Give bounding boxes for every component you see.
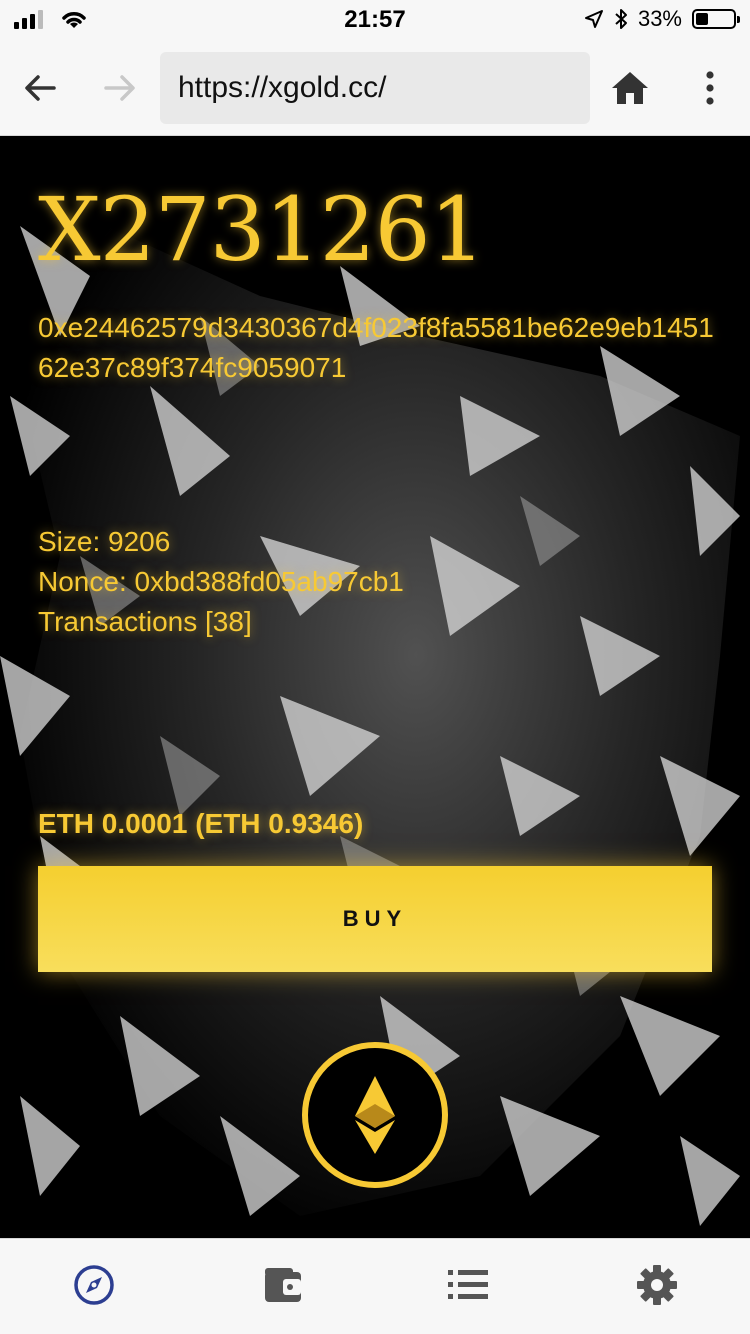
battery-percent: 33%	[637, 6, 682, 31]
tab-settings[interactable]	[633, 1261, 681, 1309]
status-bar: 21:57 33%	[0, 0, 750, 40]
home-icon	[612, 72, 648, 104]
browser-toolbar: https://xgold.cc/	[0, 40, 750, 136]
url-text: https://xgold.cc/	[178, 71, 387, 104]
price-label: ETH 0.0001 (ETH 0.9346)	[38, 808, 364, 839]
ethereum-icon	[355, 1076, 395, 1154]
block-hash: 0xe24462579d3430367d4f023f8fa5581be62e9e…	[38, 312, 714, 383]
home-button[interactable]	[606, 64, 654, 112]
list-icon	[448, 1270, 488, 1299]
status-right: 33%	[584, 6, 740, 32]
url-field[interactable]: https://xgold.cc/	[160, 52, 590, 124]
wallet-icon	[265, 1268, 301, 1302]
arrow-left-icon	[25, 75, 56, 101]
bluetooth-icon	[615, 9, 627, 29]
bottom-tab-bar	[0, 1238, 750, 1334]
buy-button[interactable]: BUY	[38, 866, 712, 972]
block-title: X2731261	[38, 178, 486, 281]
gear-icon	[637, 1265, 677, 1305]
compass-icon	[74, 1265, 114, 1305]
block-size: Size: 9206	[38, 526, 171, 557]
block-nonce: Nonce: 0xbd388fd05ab97cb1	[38, 566, 404, 597]
block-view: X2731261 0xe24462579d3430367d4f023f8fa55…	[0, 136, 750, 1238]
more-vertical-icon	[706, 71, 714, 105]
tab-list[interactable]	[444, 1261, 492, 1309]
forward-button[interactable]	[96, 64, 144, 112]
block-transactions[interactable]: Transactions [38]	[38, 602, 404, 642]
menu-button[interactable]	[686, 64, 734, 112]
block-meta: Size: 9206 Nonce: 0xbd388fd05ab97cb1 Tra…	[38, 522, 404, 642]
tab-explore[interactable]	[70, 1261, 118, 1309]
location-arrow-icon	[584, 10, 603, 28]
arrow-right-icon	[104, 75, 135, 101]
tab-wallet[interactable]	[259, 1261, 307, 1309]
ethereum-button[interactable]	[302, 1042, 448, 1188]
back-button[interactable]	[16, 64, 64, 112]
battery-icon	[692, 9, 740, 29]
